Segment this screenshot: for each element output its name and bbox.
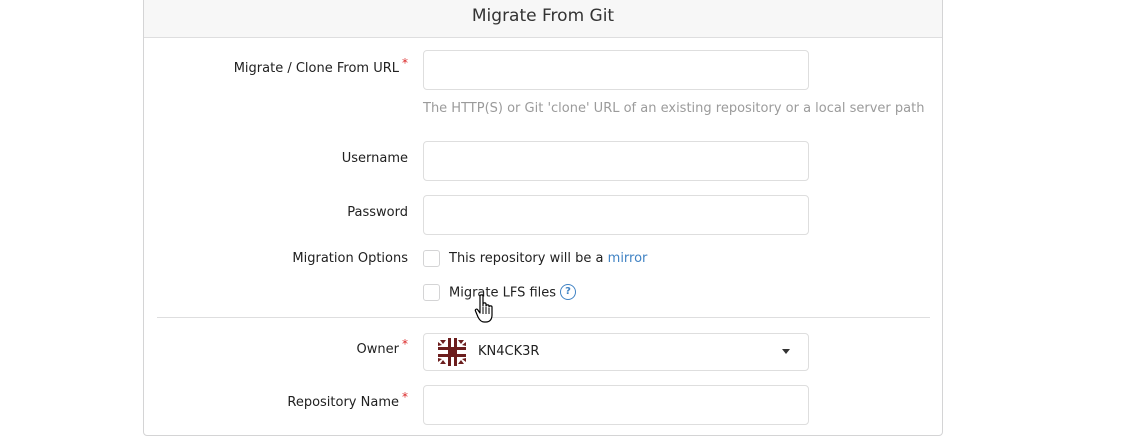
repo-name-label-text: Repository Name xyxy=(287,395,399,410)
migration-options-label: Migration Options xyxy=(292,251,408,266)
repo-name-label-row: Repository Name * xyxy=(0,390,408,415)
mirror-checkbox[interactable] xyxy=(423,250,440,267)
required-marker: * xyxy=(402,337,408,351)
clone-url-input[interactable] xyxy=(423,50,809,90)
lfs-label-text: Migrate LFS files xyxy=(449,285,557,301)
password-input[interactable] xyxy=(423,195,809,235)
clone-url-help-text: The HTTP(S) or Git 'clone' URL of an exi… xyxy=(423,101,925,116)
page-title: Migrate From Git xyxy=(471,6,615,26)
required-marker: * xyxy=(402,56,408,70)
lfs-checkbox-label[interactable]: Migrate LFS files? xyxy=(449,284,577,301)
required-marker: * xyxy=(402,390,408,404)
owner-label: Owner * xyxy=(356,337,408,357)
mirror-label-text: This repository will be a xyxy=(449,251,608,266)
username-label-row: Username xyxy=(0,151,408,171)
migration-options-label-row: Migration Options xyxy=(0,251,408,271)
dropdown-caret-icon xyxy=(782,349,790,354)
repo-name-input[interactable] xyxy=(423,385,809,425)
hand-cursor-icon xyxy=(474,294,493,323)
lfs-checkbox[interactable] xyxy=(423,284,440,301)
username-input[interactable] xyxy=(423,141,809,181)
mirror-checkbox-label[interactable]: This repository will be a mirror xyxy=(449,251,647,266)
section-divider xyxy=(157,317,930,318)
mirror-link[interactable]: mirror xyxy=(608,251,648,266)
username-label: Username xyxy=(341,151,408,166)
owner-dropdown[interactable]: KN4CK3R xyxy=(423,333,809,371)
owner-selected-value: KN4CK3R xyxy=(478,344,540,359)
card-header: Migrate From Git xyxy=(144,0,942,38)
password-label-row: Password xyxy=(0,205,408,225)
question-circle-icon[interactable]: ? xyxy=(560,284,577,300)
clone-url-label-row: Migrate / Clone From URL * xyxy=(0,56,408,81)
repo-name-label: Repository Name * xyxy=(287,390,408,410)
clone-url-label-text: Migrate / Clone From URL xyxy=(233,61,399,76)
password-label: Password xyxy=(347,205,408,220)
identicon-avatar-icon xyxy=(438,338,466,366)
clone-url-label: Migrate / Clone From URL * xyxy=(233,56,408,76)
owner-label-text: Owner xyxy=(356,342,399,357)
owner-label-row: Owner * xyxy=(0,337,408,362)
